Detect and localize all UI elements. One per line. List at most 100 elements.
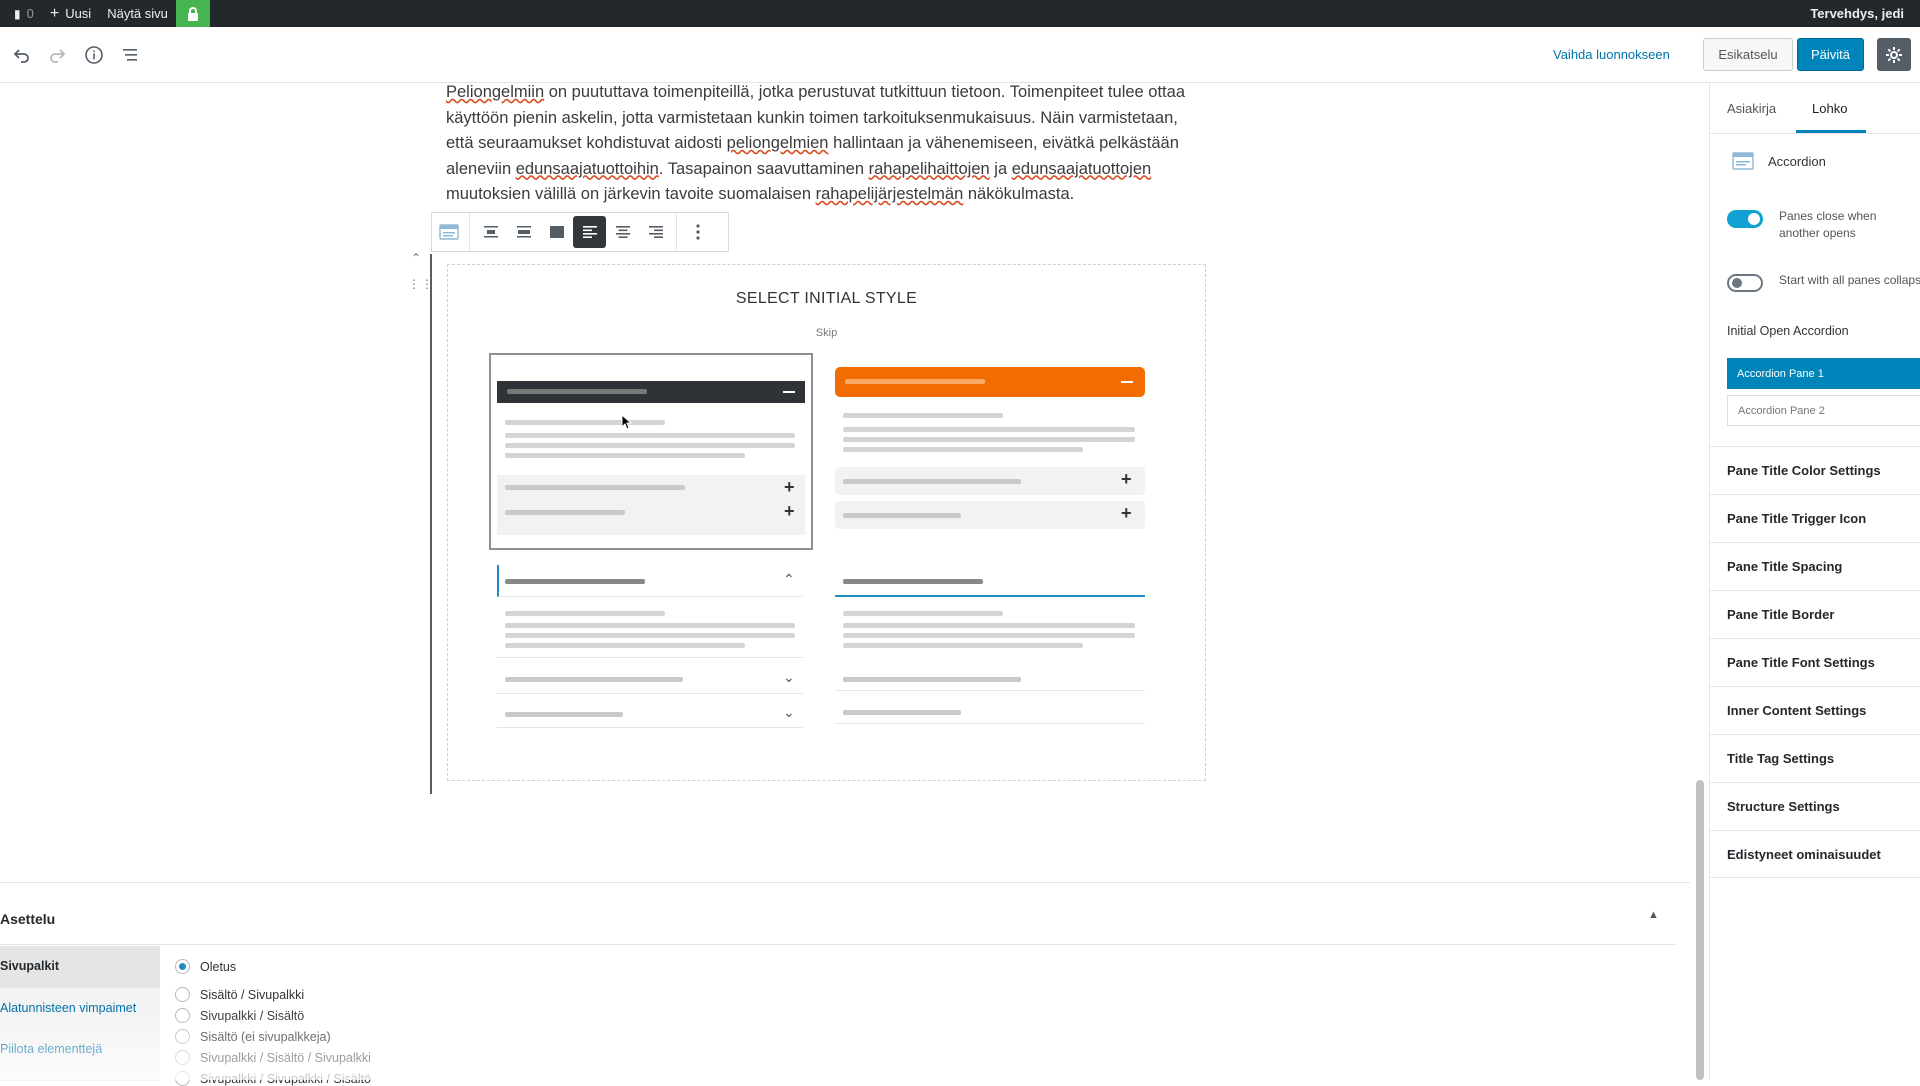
new-content-link[interactable]: + Uusi — [42, 0, 99, 27]
settings-gear-icon[interactable] — [1877, 38, 1911, 71]
new-label: Uusi — [65, 6, 92, 21]
radio-option-default[interactable]: Oletus — [175, 959, 236, 974]
radio-button[interactable] — [175, 1029, 190, 1044]
toggle-row-panes-close: Panes close when another opens — [1727, 208, 1920, 242]
move-up-icon[interactable]: ⌃ — [408, 245, 424, 271]
radio-label: Sivupalkki / Sisältö / Sivupalkki — [200, 1050, 371, 1065]
panes-close-toggle[interactable] — [1727, 210, 1763, 228]
paragraph-text: . Tasapainon saavuttaminen — [658, 159, 869, 178]
panel-inner-content[interactable]: Inner Content Settings — [1710, 686, 1920, 734]
style-option-underline[interactable] — [835, 565, 1159, 755]
skip-link[interactable]: Skip — [448, 327, 1205, 339]
align-full-icon[interactable] — [540, 216, 573, 248]
layout-metabox: Asettelu ▲ Sivupalkit Alatunnisteen vimp… — [0, 882, 1690, 1086]
info-icon[interactable] — [82, 43, 106, 67]
align-wide-icon[interactable] — [507, 216, 540, 248]
toggle-label: Panes close when another opens — [1779, 209, 1877, 240]
radio-button[interactable] — [175, 987, 190, 1002]
toolbar-divider — [676, 212, 677, 252]
start-collapsed-toggle[interactable] — [1727, 274, 1763, 292]
greeting[interactable]: Tervehdys, jedi — [1802, 0, 1912, 27]
minus-icon — [1121, 381, 1133, 383]
panel-title-tag[interactable]: Title Tag Settings — [1710, 734, 1920, 782]
metabox-title: Asettelu — [0, 911, 56, 927]
tab-document[interactable]: Asiakirja — [1727, 101, 1776, 116]
minus-icon — [783, 391, 795, 393]
pane-option-2[interactable]: Accordion Pane 2 — [1727, 395, 1920, 426]
outline-icon[interactable] — [119, 43, 143, 67]
view-page-label: Näytä sivu — [107, 6, 168, 21]
style-option-dark[interactable]: + + — [489, 353, 813, 550]
metabox-tab-footer-widgets[interactable]: Alatunnisteen vimpaimet — [0, 1001, 136, 1015]
redo-icon[interactable] — [45, 43, 69, 67]
radio-button[interactable] — [175, 1008, 190, 1023]
editor-scrollbar[interactable] — [1696, 780, 1704, 1080]
spellcheck-word: rahapelihaittojen — [868, 159, 990, 178]
preview-button[interactable]: Esikatselu — [1703, 38, 1793, 71]
panel-pane-title-border[interactable]: Pane Title Border — [1710, 590, 1920, 638]
radio-option-sidebar-content[interactable]: Sivupalkki / Sisältö — [175, 1008, 304, 1023]
view-page-link[interactable]: Näytä sivu — [99, 0, 176, 27]
settings-sidebar: Asiakirja Lohko Accordion Panes close wh… — [1709, 84, 1920, 1080]
toolbar-divider — [469, 212, 470, 252]
radio-label: Oletus — [200, 959, 237, 974]
switch-to-draft-link[interactable]: Vaihda luonnokseen — [1553, 47, 1670, 62]
plus-icon: + — [1121, 469, 1132, 489]
block-toolbar — [431, 212, 729, 252]
align-left-icon[interactable] — [573, 216, 606, 248]
radio-option-sidebar-content-sidebar[interactable]: Sivupalkki / Sisältö / Sivupalkki — [175, 1050, 371, 1065]
block-type-accordion-icon[interactable] — [432, 216, 465, 248]
radio-label: Sivupalkki / Sisältö — [200, 1008, 305, 1023]
radio-button[interactable] — [175, 1050, 190, 1065]
block-name: Accordion — [1768, 153, 1826, 169]
panel-pane-title-spacing[interactable]: Pane Title Spacing — [1710, 542, 1920, 590]
metabox-header[interactable]: Asettelu ▲ — [0, 883, 1675, 945]
style-option-orange[interactable]: + + — [835, 353, 1159, 550]
comment-icon: ▮ — [14, 6, 21, 21]
accordion-style-placeholder: SELECT INITIAL STYLE Skip + + + + ⌃ ⌄ ⌄ — [447, 264, 1206, 781]
pane-option-1[interactable]: Accordion Pane 1 — [1727, 358, 1920, 389]
radio-button[interactable] — [175, 1071, 190, 1086]
accordion-block-icon — [1732, 152, 1754, 170]
initial-open-label: Initial Open Accordion — [1727, 324, 1849, 338]
align-none-icon[interactable] — [474, 216, 507, 248]
mouse-cursor-icon — [621, 413, 633, 435]
radio-option-no-sidebars[interactable]: Sisältö (ei sivupalkkeja) — [175, 1029, 331, 1044]
panel-pane-title-trigger-icon[interactable]: Pane Title Trigger Icon — [1710, 494, 1920, 542]
style-option-bordered[interactable]: ⌃ ⌄ ⌄ — [489, 565, 813, 755]
metabox-tab-hide-elements[interactable]: Piilota elementtejä — [0, 1042, 102, 1056]
panel-pane-title-font[interactable]: Pane Title Font Settings — [1710, 638, 1920, 686]
align-center-icon[interactable] — [606, 216, 639, 248]
drag-handle-icon[interactable]: ⋮⋮ — [408, 271, 433, 297]
panel-advanced[interactable]: Edistyneet ominaisuudet — [1710, 830, 1920, 878]
metabox-tab-sidebars[interactable]: Sivupalkit — [0, 946, 160, 988]
collapse-up-icon[interactable]: ▲ — [1648, 909, 1659, 921]
block-selected-border — [430, 254, 432, 794]
update-button[interactable]: Päivitä — [1797, 38, 1864, 71]
radio-button[interactable] — [175, 959, 190, 974]
comments-count: 0 — [26, 6, 34, 21]
sidebar-tabs: Asiakirja Lohko — [1710, 84, 1920, 134]
undo-icon[interactable] — [10, 43, 34, 67]
chevron-down-icon: ⌄ — [783, 669, 795, 685]
spellcheck-word: edunsaajatuottojen — [1011, 159, 1152, 178]
metabox-tabs: Sivupalkit Alatunnisteen vimpaimet Piilo… — [0, 946, 160, 1081]
radio-option-content-sidebar[interactable]: Sisältö / Sivupalkki — [175, 987, 304, 1002]
paragraph-text: ja — [989, 159, 1012, 178]
tab-block[interactable]: Lohko — [1812, 101, 1847, 116]
more-options-icon[interactable] — [681, 216, 714, 248]
panel-pane-title-color[interactable]: Pane Title Color Settings — [1710, 446, 1920, 494]
plus-icon: + — [1121, 503, 1132, 523]
block-card: Accordion — [1732, 152, 1826, 170]
paragraph-block[interactable]: Peliongelmiin on puututtava toimenpiteil… — [446, 80, 1206, 208]
placeholder-title: SELECT INITIAL STYLE — [735, 290, 918, 307]
plus-icon: + — [784, 477, 795, 497]
lock-icon[interactable] — [175, 0, 210, 27]
comments-link[interactable]: ▮ 0 — [0, 0, 42, 27]
radio-option-sidebar-sidebar-content[interactable]: Sivupalkki / Sivupalkki / Sisältö — [175, 1071, 371, 1086]
chevron-down-icon: ⌄ — [783, 704, 795, 720]
align-right-icon[interactable] — [639, 216, 672, 248]
panel-structure[interactable]: Structure Settings — [1710, 782, 1920, 830]
spellcheck-word: edunsaajatuottoihin — [515, 159, 659, 178]
toggle-row-start-collapsed: Start with all panes collapsed — [1727, 272, 1920, 292]
